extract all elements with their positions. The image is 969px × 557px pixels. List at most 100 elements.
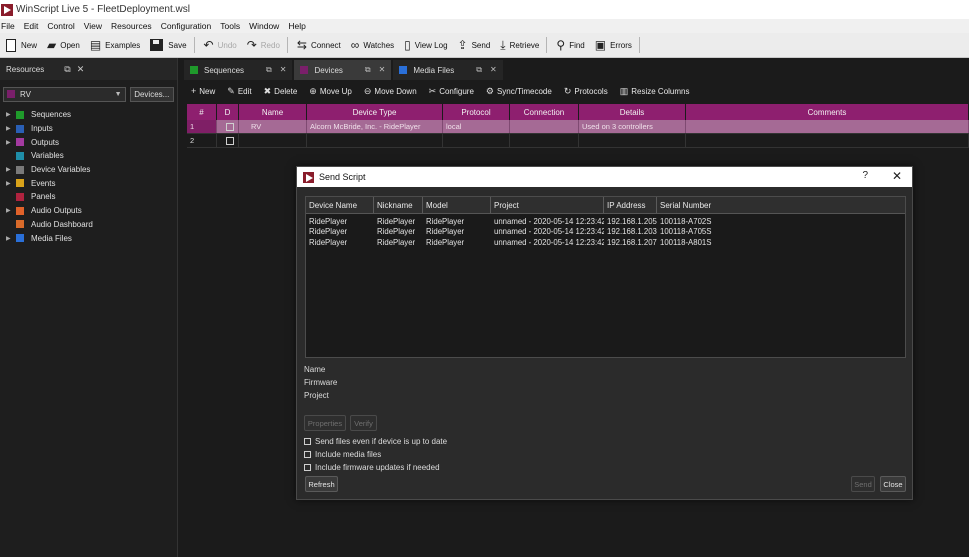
menu-control[interactable]: Control bbox=[46, 21, 79, 31]
tree-item-device-variables[interactable]: ▶ Device Variables bbox=[0, 163, 177, 177]
column-header-device-type[interactable]: Device Type bbox=[307, 104, 443, 120]
device-type-cell[interactable]: Alcorn McBride, Inc. - RidePlayer bbox=[307, 120, 443, 133]
option-include-firmware[interactable]: Include firmware updates if needed bbox=[304, 461, 447, 474]
column-header-nickname[interactable]: Nickname bbox=[374, 197, 423, 213]
properties-button[interactable]: Properties bbox=[304, 415, 346, 431]
menu-file[interactable]: File bbox=[0, 21, 20, 31]
expand-arrow-icon[interactable]: ▶ bbox=[6, 125, 16, 132]
option-include-media[interactable]: Include media files bbox=[304, 448, 447, 461]
close-icon[interactable]: ✕ bbox=[892, 169, 902, 183]
device-list[interactable]: Device Name Nickname Model Project IP Ad… bbox=[305, 196, 906, 358]
menu-edit[interactable]: Edit bbox=[23, 21, 44, 31]
table-row[interactable]: 2 bbox=[187, 134, 969, 148]
list-item[interactable]: RidePlayer RidePlayer RidePlayer unnamed - … bbox=[306, 237, 905, 248]
column-header-number[interactable]: # bbox=[187, 104, 217, 120]
find-button[interactable]: ⚲ Find bbox=[556, 35, 584, 55]
expand-arrow-icon[interactable]: ▶ bbox=[6, 111, 16, 118]
expand-arrow-icon[interactable]: ▶ bbox=[6, 235, 16, 242]
tab-devices[interactable]: Devices ⧉ ✕ bbox=[294, 60, 392, 80]
help-icon[interactable]: ? bbox=[862, 170, 868, 181]
option-send-files[interactable]: Send files even if device is up to date bbox=[304, 435, 447, 448]
column-header-d[interactable]: D bbox=[217, 104, 239, 120]
protocols-button[interactable]: ↻ Protocols bbox=[564, 86, 608, 97]
column-header-name[interactable]: Name bbox=[239, 104, 307, 120]
column-header-serial-number[interactable]: Serial Number bbox=[657, 197, 905, 213]
menu-tools[interactable]: Tools bbox=[219, 21, 245, 31]
tree-item-variables[interactable]: Variables bbox=[0, 149, 177, 163]
send-files-checkbox[interactable] bbox=[304, 438, 311, 445]
sync-timecode-button[interactable]: ⚙ Sync/Timecode bbox=[486, 86, 552, 97]
menu-help[interactable]: Help bbox=[287, 21, 310, 31]
table-row[interactable]: 1 RV Alcorn McBride, Inc. - RidePlayer l… bbox=[187, 120, 969, 134]
expand-arrow-icon[interactable]: ▶ bbox=[6, 166, 16, 173]
tree-item-audio-outputs[interactable]: ▶ Audio Outputs bbox=[0, 204, 177, 218]
configure-button[interactable]: ✂ Configure bbox=[429, 86, 474, 97]
details-cell[interactable]: Used on 3 controllers bbox=[579, 120, 686, 133]
redo-button[interactable]: ↷ Redo bbox=[247, 35, 280, 55]
menu-view[interactable]: View bbox=[83, 21, 107, 31]
list-item[interactable]: RidePlayer RidePlayer RidePlayer unnamed - … bbox=[306, 216, 905, 227]
tree-item-audio-dashboard[interactable]: Audio Dashboard bbox=[0, 218, 177, 232]
delete-device-button[interactable]: ✖ Delete bbox=[264, 86, 298, 97]
device-enabled-checkbox[interactable] bbox=[226, 136, 234, 145]
close-button[interactable]: Close bbox=[880, 476, 906, 492]
tree-item-events[interactable]: ▶ Events bbox=[0, 176, 177, 190]
menu-resources[interactable]: Resources bbox=[110, 21, 157, 31]
device-enabled-checkbox[interactable] bbox=[226, 122, 234, 131]
move-up-button[interactable]: ⊕ Move Up bbox=[309, 86, 352, 97]
close-tab-icon[interactable]: ✕ bbox=[490, 65, 497, 74]
column-header-ip-address[interactable]: IP Address bbox=[604, 197, 657, 213]
tree-item-outputs[interactable]: ▶ Outputs bbox=[0, 135, 177, 149]
retrieve-button[interactable]: ⤓ Retrieve bbox=[500, 35, 539, 55]
device-type-cell[interactable] bbox=[307, 134, 443, 147]
send-dialog-button[interactable]: Send bbox=[851, 476, 875, 492]
tree-item-panels[interactable]: Panels bbox=[0, 190, 177, 204]
connection-cell[interactable] bbox=[510, 134, 579, 147]
examples-button[interactable]: ▤ Examples bbox=[90, 35, 140, 55]
resource-dropdown[interactable]: RV ▼ bbox=[3, 86, 126, 102]
menu-configuration[interactable]: Configuration bbox=[160, 21, 217, 31]
device-name-cell[interactable]: RV bbox=[239, 120, 307, 133]
protocol-cell[interactable]: local bbox=[443, 120, 510, 133]
send-button[interactable]: ⇪ Send bbox=[458, 35, 491, 55]
save-button[interactable]: Save bbox=[150, 35, 187, 55]
column-header-comments[interactable]: Comments bbox=[686, 104, 969, 120]
open-button[interactable]: ▰ Open bbox=[47, 35, 80, 55]
close-tab-icon[interactable]: ✕ bbox=[379, 65, 386, 74]
verify-button[interactable]: Verify bbox=[350, 415, 377, 431]
new-button[interactable]: New bbox=[6, 35, 37, 55]
new-device-button[interactable]: + New bbox=[191, 86, 215, 96]
expand-arrow-icon[interactable]: ▶ bbox=[6, 180, 16, 187]
comments-cell[interactable] bbox=[686, 134, 969, 147]
column-header-connection[interactable]: Connection bbox=[510, 104, 579, 120]
tab-media-files[interactable]: Media Files ⧉ ✕ bbox=[393, 60, 503, 80]
connection-cell[interactable] bbox=[510, 120, 579, 133]
connect-button[interactable]: ⇆ Connect bbox=[297, 35, 341, 55]
devices-button[interactable]: Devices... bbox=[129, 86, 174, 102]
tree-item-inputs[interactable]: ▶ Inputs bbox=[0, 122, 177, 136]
undo-button[interactable]: ↶ Undo bbox=[204, 35, 237, 55]
expand-arrow-icon[interactable]: ▶ bbox=[6, 139, 16, 146]
errors-button[interactable]: ▣ Errors bbox=[595, 35, 632, 55]
edit-device-button[interactable]: ✎ Edit bbox=[227, 86, 251, 97]
column-header-device-name[interactable]: Device Name bbox=[306, 197, 374, 213]
details-cell[interactable] bbox=[579, 134, 686, 147]
column-header-model[interactable]: Model bbox=[423, 197, 491, 213]
expand-arrow-icon[interactable]: ▶ bbox=[6, 207, 16, 214]
float-tab-icon[interactable]: ⧉ bbox=[476, 65, 482, 74]
close-panel-icon[interactable]: ✕ bbox=[77, 64, 85, 74]
column-header-details[interactable]: Details bbox=[579, 104, 686, 120]
tree-item-media-files[interactable]: ▶ Media Files bbox=[0, 231, 177, 245]
protocol-cell[interactable] bbox=[443, 134, 510, 147]
comments-cell[interactable] bbox=[686, 120, 969, 133]
column-header-protocol[interactable]: Protocol bbox=[443, 104, 510, 120]
tree-item-sequences[interactable]: ▶ Sequences bbox=[0, 108, 177, 122]
refresh-button[interactable]: Refresh bbox=[305, 476, 338, 492]
watches-button[interactable]: ∞ Watches bbox=[351, 35, 394, 55]
list-item[interactable]: RidePlayer RidePlayer RidePlayer unnamed - … bbox=[306, 227, 905, 238]
float-tab-icon[interactable]: ⧉ bbox=[266, 65, 272, 74]
include-media-checkbox[interactable] bbox=[304, 451, 311, 458]
float-tab-icon[interactable]: ⧉ bbox=[365, 65, 371, 74]
resize-columns-button[interactable]: ▥ Resize Columns bbox=[620, 86, 690, 97]
device-name-cell[interactable] bbox=[239, 134, 307, 147]
